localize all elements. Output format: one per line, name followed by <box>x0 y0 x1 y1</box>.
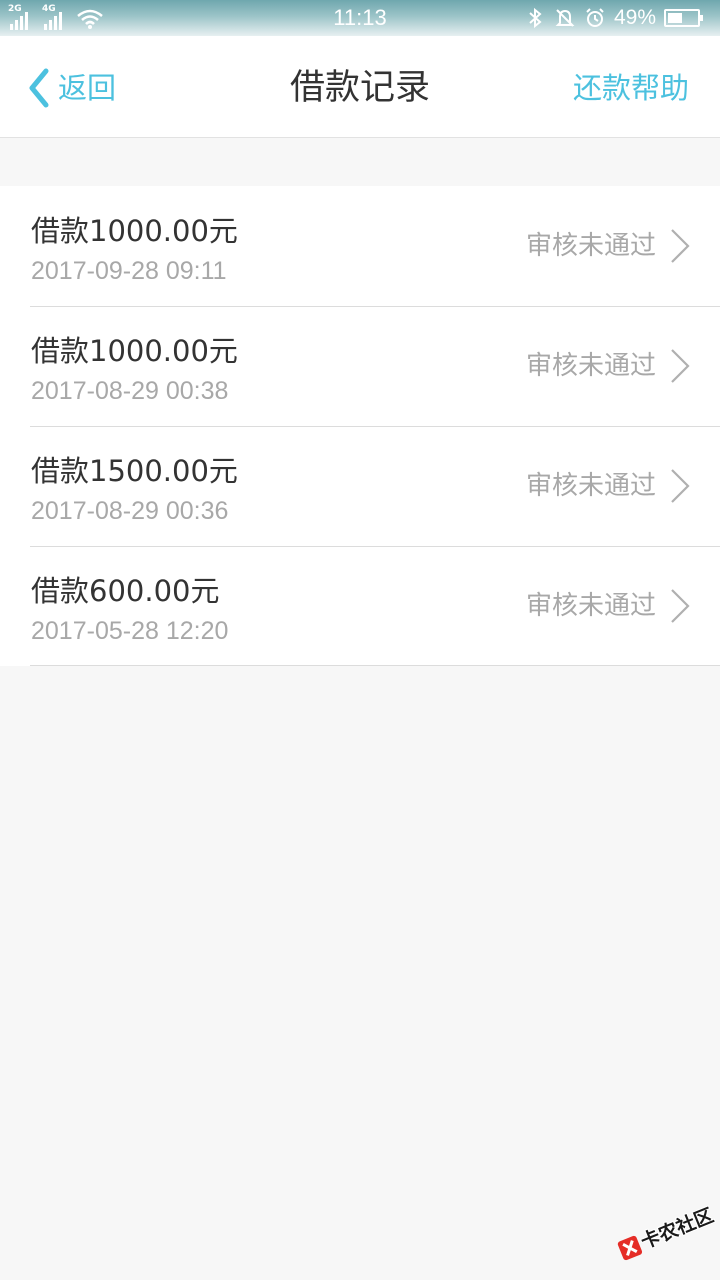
status-icons: 49% <box>524 4 703 32</box>
status-bar: 2G 4G 11:13 49% <box>0 0 720 36</box>
loan-status: 审核未通过 <box>525 471 656 501</box>
chevron-right-icon <box>671 349 690 383</box>
alarm-icon <box>586 8 604 27</box>
loan-time: 2017-05-28 12:20 <box>31 617 229 645</box>
loan-amount: 借款1500.00元 <box>31 454 238 488</box>
loan-record-list: 借款1000.00元 2017-09-28 09:11 审核未通过 借款1000… <box>0 186 720 666</box>
chevron-right-icon <box>671 469 690 503</box>
loan-status: 审核未通过 <box>525 231 656 261</box>
nav-bar: 返回 借款记录 还款帮助 <box>0 36 720 138</box>
loan-time: 2017-08-29 00:38 <box>31 377 229 405</box>
battery-level <box>668 13 682 23</box>
repayment-help-link[interactable]: 还款帮助 <box>573 66 689 110</box>
battery-icon <box>664 9 703 27</box>
loan-record-row[interactable]: 借款1000.00元 2017-09-28 09:11 审核未通过 <box>0 186 720 306</box>
chevron-right-icon <box>671 589 690 623</box>
loan-record-row[interactable]: 借款1000.00元 2017-08-29 00:38 审核未通过 <box>0 306 720 426</box>
loan-time: 2017-08-29 00:36 <box>31 497 229 525</box>
watermark-text: 卡农社区 <box>637 1204 717 1254</box>
battery-percent: 49% <box>613 6 656 29</box>
loan-amount: 借款1000.00元 <box>31 214 238 248</box>
loan-amount: 借款1000.00元 <box>31 334 238 368</box>
loan-status: 审核未通过 <box>525 351 656 381</box>
loan-record-row[interactable]: 借款600.00元 2017-05-28 12:20 审核未通过 <box>0 546 720 666</box>
mute-icon <box>555 9 575 27</box>
loan-status: 审核未通过 <box>525 591 656 621</box>
loan-record-row[interactable]: 借款1500.00元 2017-08-29 00:36 审核未通过 <box>0 426 720 546</box>
watermark: 卡农社区 <box>604 1186 720 1280</box>
loan-time: 2017-09-28 09:11 <box>31 257 227 285</box>
loan-amount: 借款600.00元 <box>31 574 220 608</box>
chevron-right-icon <box>671 229 690 263</box>
bluetooth-icon <box>529 7 542 29</box>
